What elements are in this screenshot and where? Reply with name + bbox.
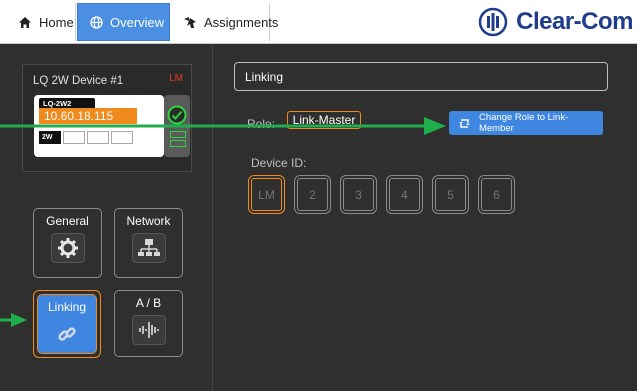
brand-name: Clear-Com	[516, 8, 633, 35]
device-port-slot	[87, 131, 109, 144]
change-role-button-label: Change Role to Link-Member	[478, 112, 569, 134]
change-role-button[interactable]: Change Role to Link-Member	[449, 111, 603, 135]
menu-linking[interactable]: Linking	[35, 292, 99, 356]
tab-assignments[interactable]: Assignments	[171, 3, 278, 41]
assignments-icon	[184, 16, 196, 28]
menu-linking-label: Linking	[47, 300, 87, 314]
tab-home[interactable]: Home	[6, 3, 76, 41]
menu-network-label: Network	[126, 214, 171, 228]
top-navigation: Home Overview Assignments Clear-Com	[0, 0, 637, 44]
device-preview: LQ-2W2 10.60.18.115 2W	[34, 95, 190, 157]
device-id-button[interactable]: 2	[294, 175, 331, 214]
device-card[interactable]: LQ 2W Device #1 LM LQ-2W2 10.60.18.115 2…	[22, 64, 192, 172]
menu-ab[interactable]: A / B	[114, 290, 183, 357]
tab-assignments-label: Assignments	[204, 14, 279, 30]
role-label: Role:	[247, 117, 276, 131]
device-ip: 10.60.18.115	[39, 108, 137, 124]
panel-title-box: Linking	[234, 62, 608, 91]
link-icon	[50, 319, 84, 349]
menu-general[interactable]: General	[33, 208, 102, 278]
network-icon	[131, 233, 166, 263]
device-port-slot	[111, 131, 133, 144]
tab-overview-label: Overview	[110, 14, 165, 30]
menu-network[interactable]: Network	[114, 208, 183, 278]
check-icon	[167, 105, 187, 125]
device-id-button[interactable]: 4	[386, 175, 423, 214]
swap-icon	[458, 118, 470, 128]
device-port-label: 2W	[39, 131, 61, 144]
panel-divider	[212, 44, 213, 391]
device-id-button[interactable]: 3	[340, 175, 377, 214]
link-indicator	[170, 140, 186, 147]
tab-home-label: Home	[39, 14, 74, 30]
device-port-slot	[63, 131, 85, 144]
link-indicator	[170, 131, 186, 138]
home-icon	[19, 16, 31, 28]
waveform-icon	[131, 315, 166, 345]
menu-ab-label: A / B	[135, 296, 162, 310]
device-id-label: Device ID:	[251, 156, 307, 170]
clear-com-logo-icon	[478, 7, 508, 37]
device-role-badge: LM	[169, 73, 183, 84]
gear-icon	[50, 233, 85, 263]
device-id-button[interactable]: 5	[432, 175, 469, 214]
panel-title: Linking	[245, 70, 284, 84]
menu-general-label: General	[46, 214, 89, 228]
device-title: LQ 2W Device #1	[33, 75, 124, 87]
device-id-button[interactable]: LM	[248, 175, 285, 214]
device-id-button[interactable]: 6	[478, 175, 515, 214]
role-value: Link-Master	[287, 111, 361, 129]
globe-icon	[90, 15, 103, 29]
tab-overview[interactable]: Overview	[77, 3, 170, 41]
brand-logo: Clear-Com	[478, 4, 633, 40]
device-status-panel	[164, 95, 190, 157]
